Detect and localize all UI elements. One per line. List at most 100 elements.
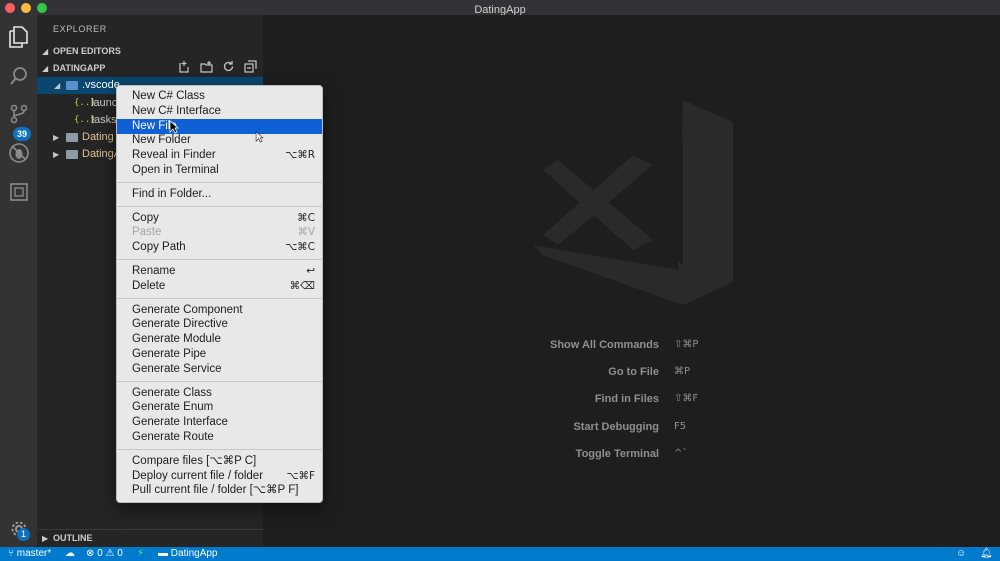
collapse-all-icon[interactable]	[243, 60, 257, 74]
menu-item-shortcut: ⌥⌘C	[285, 241, 315, 254]
shortcut-hint-go-to-file: Go to File ⌘P	[263, 363, 1000, 381]
live-share-icon[interactable]: ⚡	[137, 547, 144, 561]
menu-item-generate-component[interactable]: Generate Component	[117, 303, 322, 318]
menu-item-new-folder[interactable]: New Folder	[117, 133, 322, 148]
menu-item-label: Generate Directive	[132, 318, 228, 331]
editor-area: Show All Commands ⇧⌘P Go to File ⌘P Find in …	[263, 15, 1000, 547]
notifications-bell-icon[interactable]: 🔔︎	[980, 547, 993, 561]
menu-item-pull-current-file-folder-p-f[interactable]: Pull current file / folder [⌥⌘P F]	[117, 483, 322, 498]
tree-item-label: tasks	[91, 114, 117, 126]
menu-item-generate-directive[interactable]: Generate Directive	[117, 317, 322, 332]
explorer-header: EXPLORER	[53, 24, 107, 34]
collapse-caret-icon: ◢	[42, 64, 49, 73]
menu-item-label: Reveal in Finder	[132, 149, 216, 162]
search-icon[interactable]	[5, 62, 32, 89]
hint-keys: ^`	[674, 448, 688, 459]
menu-item-label: Find in Folder...	[132, 187, 212, 200]
close-window-button[interactable]	[5, 3, 15, 13]
explorer-toolbar	[177, 60, 257, 74]
title-bar: DatingApp	[0, 0, 1000, 16]
menu-item-delete[interactable]: Delete ⌘⌫	[117, 279, 322, 294]
menu-item-open-in-terminal[interactable]: Open in Terminal	[117, 163, 322, 178]
hint-keys: F5	[674, 421, 687, 432]
menu-item-shortcut: ⌘⌫	[289, 279, 315, 292]
shortcut-hint-toggle-terminal: Toggle Terminal ^`	[263, 445, 1000, 463]
maximize-window-button[interactable]	[37, 3, 47, 13]
problems-status[interactable]: ⊗ 0 ⚠ 0	[86, 547, 123, 561]
hint-keys: ⌘P	[674, 366, 691, 377]
project-section[interactable]: ◢ DATINGAPP	[37, 60, 263, 77]
menu-item-label: New C# Class	[132, 90, 205, 102]
project-label: DATINGAPP	[53, 63, 106, 73]
new-folder-icon[interactable]	[199, 60, 213, 74]
menu-item-new-c-class[interactable]: New C# Class	[117, 89, 322, 104]
menu-item-generate-route[interactable]: Generate Route	[117, 430, 322, 445]
branch-name: master*	[16, 548, 52, 559]
tree-item-label: launc	[91, 97, 118, 109]
error-count: 0	[97, 548, 103, 559]
menu-item-label: Paste	[132, 226, 162, 239]
menu-item-copy-path[interactable]: Copy Path ⌥⌘C	[117, 240, 322, 255]
mouse-cursor-icon	[169, 120, 179, 134]
folder-icon	[66, 150, 78, 159]
folder-icon: ▬	[158, 548, 168, 559]
menu-item-reveal-in-finder[interactable]: Reveal in Finder ⌥⌘R	[117, 148, 322, 163]
folder-icon	[66, 133, 78, 142]
open-editors-label: OPEN EDITORS	[53, 46, 121, 56]
menu-item-label: Copy Path	[132, 241, 186, 254]
expand-caret-icon: ▶	[42, 534, 49, 543]
menu-item-generate-interface[interactable]: Generate Interface	[117, 415, 322, 430]
hint-label: Show All Commands	[550, 339, 659, 351]
warning-count: 0	[117, 548, 123, 559]
workspace-folder-status[interactable]: ▬ DatingApp	[158, 547, 217, 561]
minimize-window-button[interactable]	[21, 3, 31, 13]
refresh-icon[interactable]	[221, 60, 235, 74]
sync-icon[interactable]: ☁	[65, 547, 75, 561]
extensions-icon[interactable]	[5, 178, 32, 205]
menu-item-shortcut: ⌥⌘R	[285, 149, 315, 162]
hint-keys: ⇧⌘P	[674, 339, 699, 350]
menu-item-compare-files-p-c[interactable]: Compare files [⌥⌘P C]	[117, 454, 322, 469]
menu-item-deploy-current-file-folder[interactable]: Deploy current file / folder ⌥⌘F	[117, 469, 322, 484]
explorer-icon[interactable]	[5, 23, 32, 50]
menu-item-label: Open in Terminal	[132, 164, 219, 176]
menu-item-rename[interactable]: Rename ↩	[117, 264, 322, 279]
menu-item-label: Copy	[132, 211, 159, 224]
git-branch-icon: ⑂	[8, 548, 14, 559]
menu-item-copy[interactable]: Copy ⌘C	[117, 211, 322, 226]
warning-icon: ⚠	[105, 548, 115, 559]
menu-item-shortcut: ↩	[306, 265, 315, 277]
menu-separator	[117, 380, 322, 382]
vscode-logo-watermark-icon	[533, 100, 733, 305]
menu-item-shortcut: ⌥⌘F	[286, 469, 315, 482]
expand-caret-icon: ◢	[54, 81, 61, 90]
menu-item-label: Compare files [⌥⌘P C]	[132, 454, 257, 467]
debug-icon[interactable]	[5, 139, 32, 166]
menu-item-generate-enum[interactable]: Generate Enum	[117, 400, 322, 415]
new-file-icon[interactable]	[177, 60, 191, 74]
hint-label: Go to File	[608, 366, 659, 378]
hint-keys: ⇧⌘F	[674, 393, 699, 404]
feedback-icon[interactable]: ☺	[956, 547, 966, 561]
menu-item-generate-service[interactable]: Generate Service	[117, 362, 322, 377]
menu-item-generate-pipe[interactable]: Generate Pipe	[117, 347, 322, 362]
menu-item-generate-class[interactable]: Generate Class	[117, 386, 322, 401]
menu-item-shortcut: ⌘C	[297, 211, 315, 224]
menu-item-new-file[interactable]: New File	[117, 118, 322, 134]
open-editors-section[interactable]: ◢ OPEN EDITORS	[37, 43, 263, 60]
menu-item-shortcut: ⌘V	[297, 226, 315, 239]
menu-item-label: New C# Interface	[132, 104, 221, 117]
collapse-caret-icon: ◢	[42, 47, 49, 56]
menu-item-find-in-folder[interactable]: Find in Folder...	[117, 187, 322, 202]
menu-item-label: Rename	[132, 265, 176, 277]
menu-item-label: Generate Enum	[132, 401, 214, 414]
menu-item-label: Generate Interface	[132, 416, 228, 429]
git-branch-status[interactable]: ⑂ master*	[8, 547, 51, 561]
source-control-icon[interactable]	[5, 100, 32, 127]
menu-item-generate-module[interactable]: Generate Module	[117, 332, 322, 347]
outline-section[interactable]: ▶ OUTLINE	[37, 529, 263, 546]
menu-item-new-c-interface[interactable]: New C# Interface	[117, 104, 322, 119]
menu-item-paste: Paste ⌘V	[117, 225, 322, 240]
outline-label: OUTLINE	[53, 533, 93, 543]
menu-item-label: Generate Route	[132, 431, 214, 443]
